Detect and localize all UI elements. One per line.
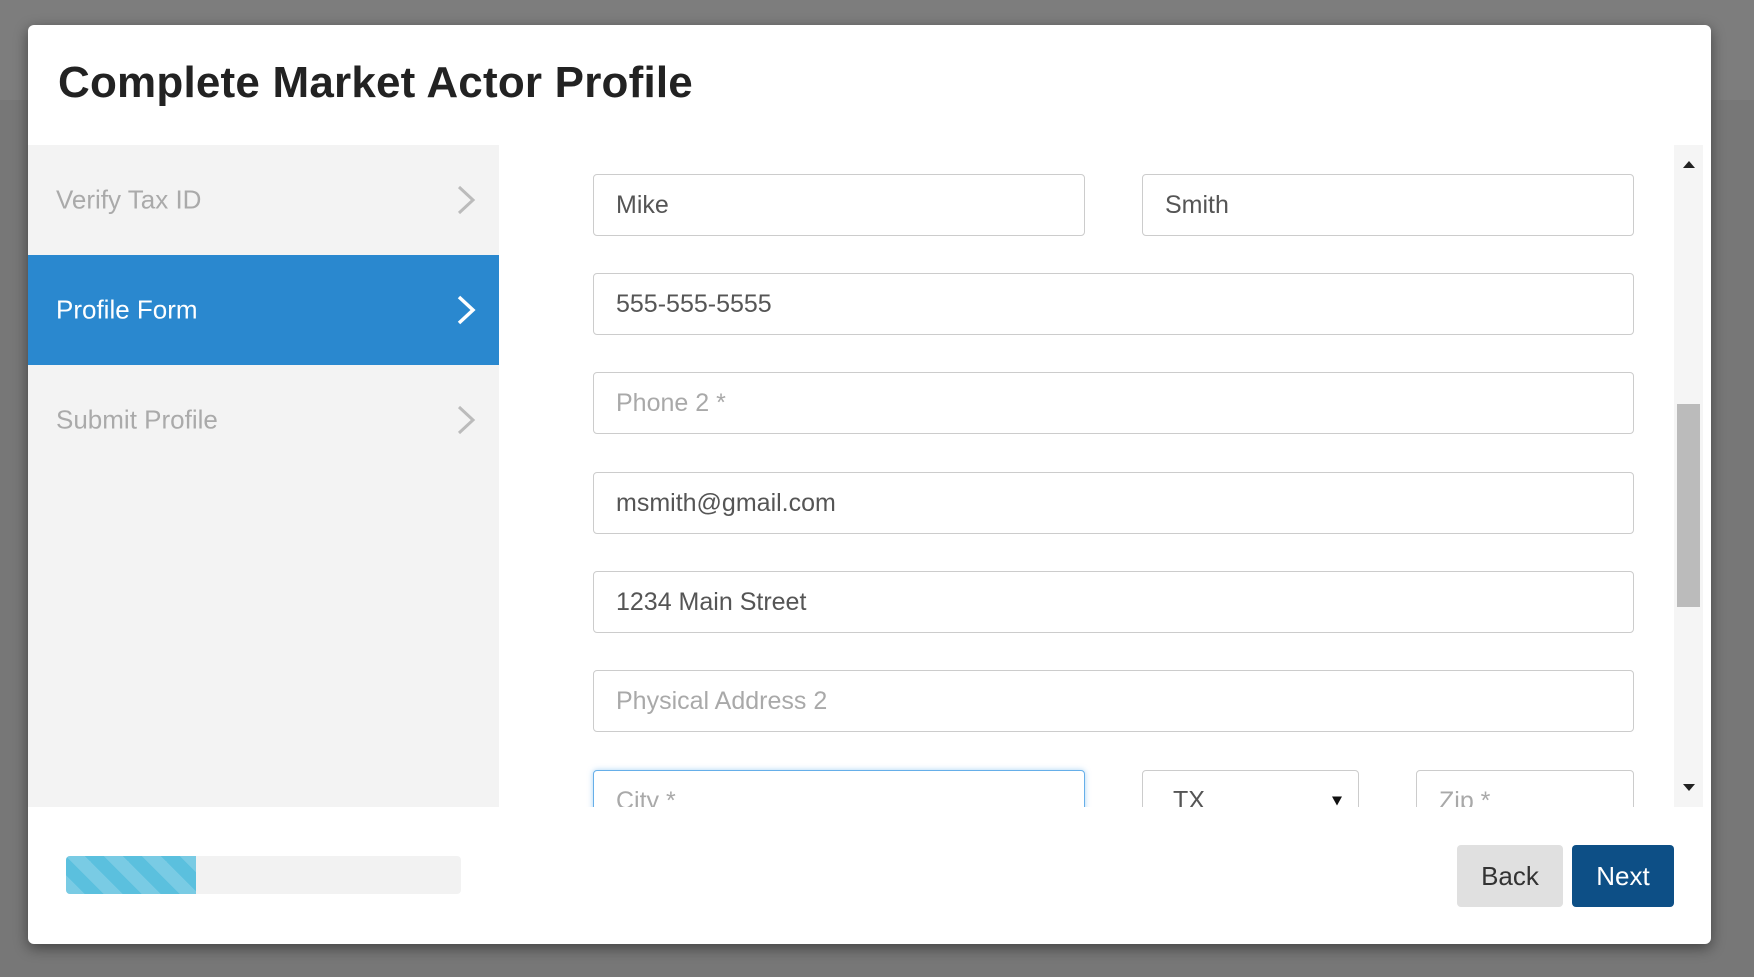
- scroll-down-arrow-icon[interactable]: [1683, 784, 1695, 791]
- step-verify-tax-id[interactable]: Verify Tax ID: [28, 145, 499, 255]
- city-input[interactable]: [593, 770, 1085, 807]
- zip-input[interactable]: [1416, 770, 1634, 807]
- chevron-right-icon: [457, 295, 476, 325]
- physical-address-2-input[interactable]: [593, 670, 1634, 732]
- dropdown-caret-icon: [1332, 796, 1342, 806]
- chevron-right-icon: [457, 405, 476, 435]
- next-button[interactable]: Next: [1572, 845, 1674, 907]
- state-select[interactable]: TX: [1142, 770, 1359, 807]
- phone-2-input[interactable]: [593, 372, 1634, 434]
- back-button[interactable]: Back: [1457, 845, 1563, 907]
- last-name-input[interactable]: [1142, 174, 1634, 236]
- form-scrollbar[interactable]: [1674, 145, 1703, 807]
- email-input[interactable]: [593, 472, 1634, 534]
- first-name-input[interactable]: [593, 174, 1085, 236]
- profile-form: TX: [499, 145, 1703, 807]
- dialog-title: Complete Market Actor Profile: [58, 58, 693, 107]
- state-select-value: TX: [1173, 786, 1205, 808]
- steps-sidebar: Verify Tax ID Profile Form Submit Profil…: [28, 145, 499, 807]
- chevron-right-icon: [457, 185, 476, 215]
- step-profile-form[interactable]: Profile Form: [28, 255, 499, 365]
- profile-dialog: Complete Market Actor Profile Verify Tax…: [28, 25, 1711, 944]
- scrollbar-thumb[interactable]: [1677, 404, 1700, 607]
- physical-address-1-input[interactable]: [593, 571, 1634, 633]
- phone-1-input[interactable]: [593, 273, 1634, 335]
- scroll-up-arrow-icon[interactable]: [1683, 161, 1695, 168]
- step-label: Profile Form: [56, 294, 198, 325]
- step-label: Verify Tax ID: [56, 184, 202, 215]
- step-label: Submit Profile: [56, 404, 218, 435]
- progress-bar: [66, 856, 461, 894]
- step-submit-profile[interactable]: Submit Profile: [28, 365, 499, 475]
- progress-bar-fill: [66, 856, 197, 894]
